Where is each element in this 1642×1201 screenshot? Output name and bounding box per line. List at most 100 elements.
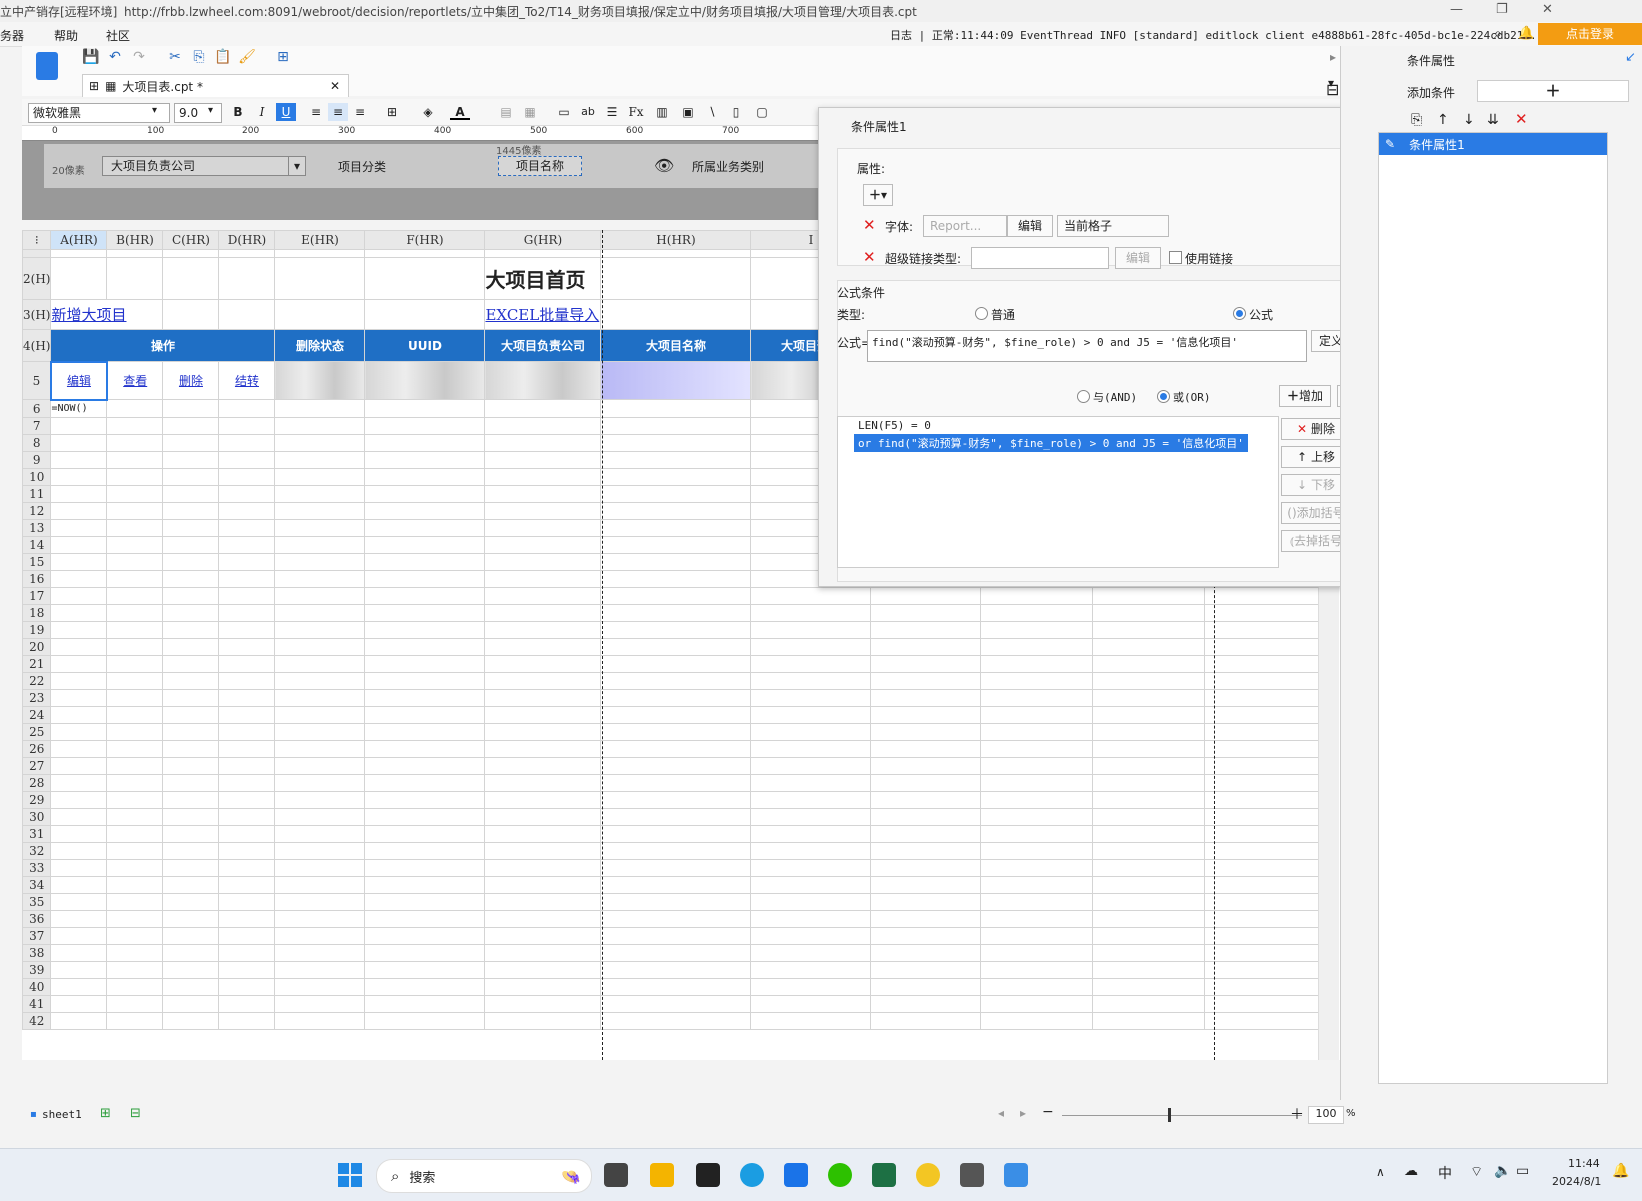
row-header[interactable]: 20 xyxy=(22,638,52,656)
grid-cell[interactable] xyxy=(274,604,366,622)
grid-cell[interactable] xyxy=(980,1012,1094,1030)
grid-cell[interactable] xyxy=(274,910,366,928)
grid-cell[interactable] xyxy=(364,570,486,588)
grid-cell[interactable] xyxy=(106,672,164,690)
grid-cell[interactable] xyxy=(750,825,872,843)
row-header[interactable]: 19 xyxy=(22,621,52,639)
grid-cell[interactable] xyxy=(870,893,982,911)
col-header[interactable]: D(HR) xyxy=(218,230,276,250)
grid-cell[interactable] xyxy=(106,689,164,707)
grid-cell[interactable] xyxy=(106,604,164,622)
grid-cell[interactable] xyxy=(106,825,164,843)
clock-date[interactable]: 2024/8/1 xyxy=(1552,1175,1601,1188)
grid-cell[interactable] xyxy=(750,876,872,894)
grid-cell[interactable] xyxy=(600,434,752,452)
grid-cell[interactable] xyxy=(274,1012,366,1030)
grid-cell[interactable] xyxy=(218,638,276,656)
zoom-slider[interactable] xyxy=(1062,1115,1302,1116)
grid-cell[interactable] xyxy=(870,587,982,605)
grid-cell[interactable] xyxy=(274,978,366,996)
grid-cell[interactable] xyxy=(484,706,602,724)
grid-cell[interactable] xyxy=(870,995,982,1013)
grid-cell[interactable] xyxy=(50,434,108,452)
grid-cell[interactable] xyxy=(484,910,602,928)
grid-cell[interactable] xyxy=(50,655,108,673)
grid-cell[interactable] xyxy=(218,655,276,673)
grid-cell[interactable] xyxy=(106,757,164,775)
grid-cell[interactable] xyxy=(1092,893,1206,911)
wifi-icon[interactable]: ⌔ xyxy=(1470,1163,1483,1181)
grid-cell[interactable] xyxy=(870,961,982,979)
grid-cell[interactable] xyxy=(106,893,164,911)
grid-cell[interactable] xyxy=(750,689,872,707)
row-header[interactable]: 31 xyxy=(22,825,52,843)
remove-font-icon[interactable]: ✕ xyxy=(863,216,876,234)
grid-cell[interactable] xyxy=(870,723,982,741)
font-size-select[interactable]: 9.0 xyxy=(174,103,222,123)
grid-cell[interactable] xyxy=(1204,706,1336,724)
grid-cell[interactable] xyxy=(484,604,602,622)
grid-cell[interactable] xyxy=(1092,944,1206,962)
grid-cell[interactable] xyxy=(600,553,752,571)
delete-action-cell[interactable]: 删除 xyxy=(162,361,220,400)
grid-cell[interactable] xyxy=(364,468,486,486)
row-header[interactable]: 37 xyxy=(22,927,52,945)
grid-cell[interactable] xyxy=(106,638,164,656)
grid-cell[interactable] xyxy=(106,876,164,894)
grid-cell[interactable] xyxy=(600,570,752,588)
grid-cell[interactable] xyxy=(162,876,220,894)
chart-icon[interactable]: ▥ xyxy=(652,103,672,121)
grid-cell[interactable] xyxy=(106,468,164,486)
grid-cell[interactable] xyxy=(870,791,982,809)
grid-cell[interactable] xyxy=(50,706,108,724)
grid-cell[interactable] xyxy=(106,723,164,741)
minimize-icon[interactable]: — xyxy=(1450,2,1463,17)
grid-cell[interactable] xyxy=(50,808,108,826)
grid-cell[interactable] xyxy=(162,536,220,554)
grid-cell[interactable] xyxy=(484,417,602,435)
grid-cell[interactable] xyxy=(364,893,486,911)
grid-cell[interactable] xyxy=(1092,876,1206,894)
grid-cell[interactable] xyxy=(50,723,108,741)
grid-cell[interactable] xyxy=(600,808,752,826)
param-category[interactable]: 项目分类 xyxy=(338,158,386,175)
grid-cell[interactable] xyxy=(600,417,752,435)
grid-cell[interactable] xyxy=(106,485,164,503)
grid-cell[interactable] xyxy=(600,757,752,775)
grid-cell[interactable] xyxy=(870,604,982,622)
grid-cell[interactable] xyxy=(274,706,366,724)
arrow-down-icon[interactable]: ↓ xyxy=(1463,112,1475,128)
grid-cell[interactable] xyxy=(274,740,366,758)
undo-icon[interactable]: ↶ xyxy=(106,48,124,66)
grid-cell[interactable] xyxy=(162,774,220,792)
hyperlink-input[interactable] xyxy=(971,247,1109,269)
grid-cell[interactable] xyxy=(218,434,276,452)
col-header[interactable]: A(HR) xyxy=(50,230,108,250)
type-formula-radio[interactable] xyxy=(1233,307,1246,320)
grid-cell[interactable] xyxy=(980,842,1094,860)
delete-icon[interactable]: ✕ xyxy=(1515,110,1528,128)
grid-cell[interactable] xyxy=(274,927,366,945)
grid-cell[interactable] xyxy=(218,825,276,843)
grid-cell[interactable] xyxy=(1092,587,1206,605)
align-left-icon[interactable]: ≡ xyxy=(306,103,326,121)
file-explorer-icon[interactable] xyxy=(650,1163,674,1187)
grid-cell[interactable] xyxy=(364,808,486,826)
grid-cell[interactable] xyxy=(750,655,872,673)
row-header[interactable]: 10 xyxy=(22,468,52,486)
formula-icon[interactable]: Fx xyxy=(626,103,646,121)
grid-cell[interactable] xyxy=(364,587,486,605)
grid-cell[interactable] xyxy=(600,604,752,622)
terminal-icon[interactable] xyxy=(696,1163,720,1187)
italic-icon[interactable]: I xyxy=(252,103,272,121)
grid-cell[interactable] xyxy=(980,808,1094,826)
grid-cell[interactable] xyxy=(50,451,108,469)
grid-cell[interactable] xyxy=(50,893,108,911)
row-header[interactable]: 24 xyxy=(22,706,52,724)
font-family-select[interactable]: 微软雅黑 xyxy=(28,103,170,123)
grid-cell[interactable] xyxy=(364,842,486,860)
row-header[interactable]: 26 xyxy=(22,740,52,758)
grid-cell[interactable] xyxy=(162,723,220,741)
col-header[interactable]: B(HR) xyxy=(106,230,164,250)
grid-cell[interactable] xyxy=(106,502,164,520)
